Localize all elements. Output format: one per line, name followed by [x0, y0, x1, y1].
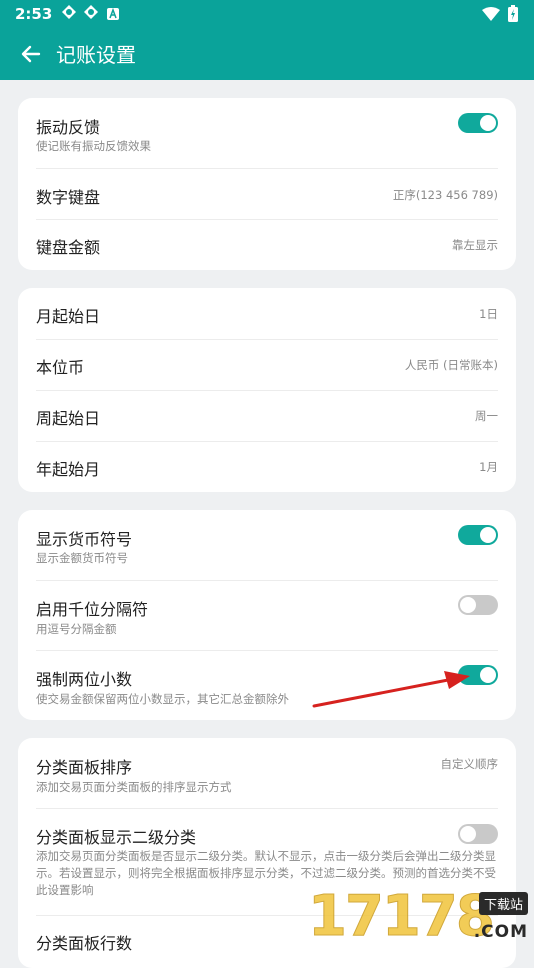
row-title: 月起始日 [36, 307, 101, 326]
row-subtitle: 显示金额货币符号 [36, 551, 128, 565]
back-arrow-icon[interactable] [18, 41, 44, 67]
category-level2-toggle[interactable] [458, 824, 498, 844]
battery-icon [508, 5, 518, 26]
row-title: 年起始月 [36, 460, 101, 479]
row-title: 键盘金额 [36, 238, 101, 257]
row-title: 本位币 [36, 358, 85, 377]
settings-card-period: 月起始日 1日 本位币 人民币 (日常账本) 周起始日 周一 年起始月 1月 [18, 288, 516, 492]
status-time: 2:53 [15, 5, 53, 23]
row-title: 数字键盘 [36, 188, 101, 207]
site-watermark: 17178 下载站 .COM [308, 884, 534, 950]
row-value: 自定义顺序 [440, 757, 499, 771]
row-title: 分类面板显示二级分类 [36, 828, 197, 847]
base-currency-row[interactable]: 本位币 人民币 (日常账本) [18, 340, 516, 390]
row-value: 正序(123 456 789) [392, 188, 498, 202]
thousand-separator-row[interactable]: 启用千位分隔符 用逗号分隔金额 [18, 581, 516, 651]
row-subtitle: 使交易金额保留两位小数显示，其它汇总金额除外 [36, 692, 289, 706]
settings-card-input: 振动反馈 使记账有振动反馈效果 数字键盘 正序(123 456 789) 键盘金… [18, 98, 516, 270]
settings-card-display: 显示货币符号 显示金额货币符号 启用千位分隔符 用逗号分隔金额 强制两位小数 使… [18, 510, 516, 720]
numeric-keyboard-row[interactable]: 数字键盘 正序(123 456 789) [18, 169, 516, 219]
notification-a-icon [107, 5, 120, 24]
page-title: 记账设置 [56, 43, 136, 67]
row-title: 强制两位小数 [36, 670, 133, 689]
two-decimals-toggle[interactable] [458, 665, 498, 685]
row-value: 周一 [475, 409, 498, 423]
row-title: 分类面板行数 [36, 934, 133, 953]
status-bar: 2:53 [0, 0, 534, 28]
row-title: 启用千位分隔符 [36, 600, 149, 619]
week-start-row[interactable]: 周起始日 周一 [18, 391, 516, 441]
watermark-domain: .COM [473, 922, 528, 942]
keyboard-amount-row[interactable]: 键盘金额 靠左显示 [18, 220, 516, 270]
watermark-badge: 下载站 [478, 892, 528, 915]
row-title: 周起始日 [36, 409, 101, 428]
vibration-toggle[interactable] [458, 113, 498, 133]
month-start-row[interactable]: 月起始日 1日 [18, 288, 516, 338]
row-title: 振动反馈 [36, 118, 101, 137]
row-value: 人民币 (日常账本) [404, 358, 498, 372]
vibration-feedback-row[interactable]: 振动反馈 使记账有振动反馈效果 [18, 98, 516, 168]
row-subtitle: 使记账有振动反馈效果 [36, 139, 151, 153]
wifi-icon [482, 6, 500, 25]
row-title: 分类面板排序 [36, 758, 133, 777]
thousand-separator-toggle[interactable] [458, 595, 498, 615]
currency-symbol-toggle[interactable] [458, 525, 498, 545]
row-title: 显示货币符号 [36, 530, 133, 549]
watermark-number: 17178 [308, 884, 496, 950]
row-subtitle: 用逗号分隔金额 [36, 622, 117, 636]
notification-app-icon [83, 4, 99, 24]
two-decimals-row[interactable]: 强制两位小数 使交易金额保留两位小数显示，其它汇总金额除外 [18, 651, 516, 720]
app-toolbar: 记账设置 [0, 28, 534, 80]
notification-app-icon [61, 4, 77, 24]
row-value: 1日 [479, 307, 498, 321]
year-start-row[interactable]: 年起始月 1月 [18, 442, 516, 492]
row-subtitle: 添加交易页面分类面板的排序显示方式 [36, 780, 232, 794]
row-value: 1月 [479, 460, 498, 474]
currency-symbol-row[interactable]: 显示货币符号 显示金额货币符号 [18, 510, 516, 580]
row-value: 靠左显示 [452, 238, 498, 252]
category-sort-row[interactable]: 分类面板排序 添加交易页面分类面板的排序显示方式 自定义顺序 [18, 738, 516, 808]
